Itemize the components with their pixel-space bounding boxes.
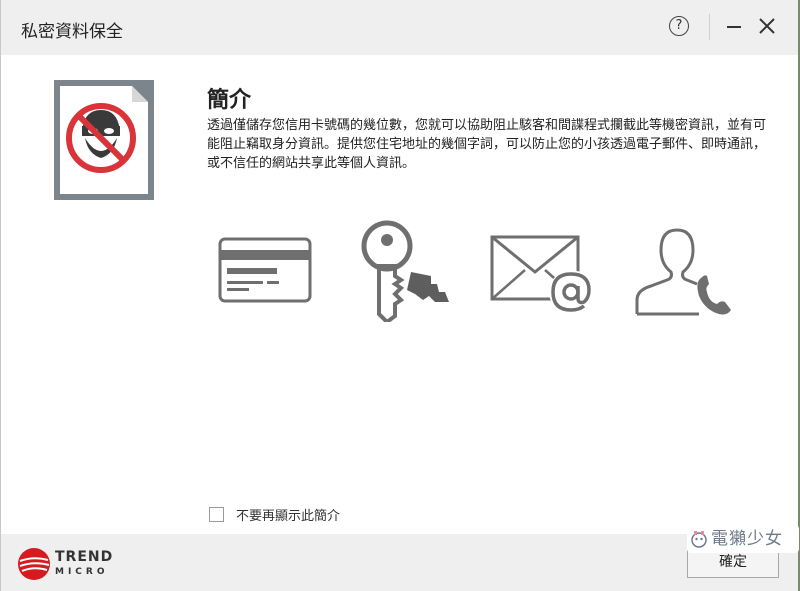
trend-micro-logo: TREND MICRO <box>17 543 117 583</box>
dont-show-again-label: 不要再顯示此簡介 <box>236 508 341 524</box>
intro-description: 透過僅儲存您信用卡號碼的幾位數，您就可以協助阻止駭客和間諜程式攔截此等機密資訊，… <box>207 118 767 171</box>
privacy-protection-dialog: 私密資料保全 ? 簡介 透過僅儲存您信用卡號碼的幾位數，您就可以協助阻止駭客和間… <box>0 0 799 591</box>
close-button[interactable] <box>756 15 778 37</box>
watermark: 電獺少女 <box>687 525 799 553</box>
minimize-button[interactable] <box>724 15 744 35</box>
privacy-ban-thief-icon <box>54 80 154 200</box>
dialog-footer: TREND MICRO 確定 <box>1 534 798 591</box>
key-icon <box>361 220 449 322</box>
trend-micro-ball-icon <box>18 548 50 580</box>
logo-text-micro: MICRO <box>55 567 109 577</box>
title-bar: 私密資料保全 ? <box>1 0 798 55</box>
email-icon <box>490 235 593 314</box>
intro-heading: 簡介 <box>207 88 252 113</box>
dont-show-again-checkbox[interactable] <box>209 506 224 522</box>
logo-text-trend: TREND <box>55 549 114 565</box>
help-button[interactable]: ? <box>669 16 689 36</box>
contact-phone-icon <box>635 228 731 316</box>
otter-mascot-icon <box>691 531 707 548</box>
credit-card-icon <box>218 237 312 303</box>
watermark-text: 電獺少女 <box>711 529 783 549</box>
window-title: 私密資料保全 <box>21 22 123 42</box>
dont-show-again-option[interactable]: 不要再顯示此簡介 <box>209 505 341 524</box>
title-bar-divider <box>709 14 710 40</box>
